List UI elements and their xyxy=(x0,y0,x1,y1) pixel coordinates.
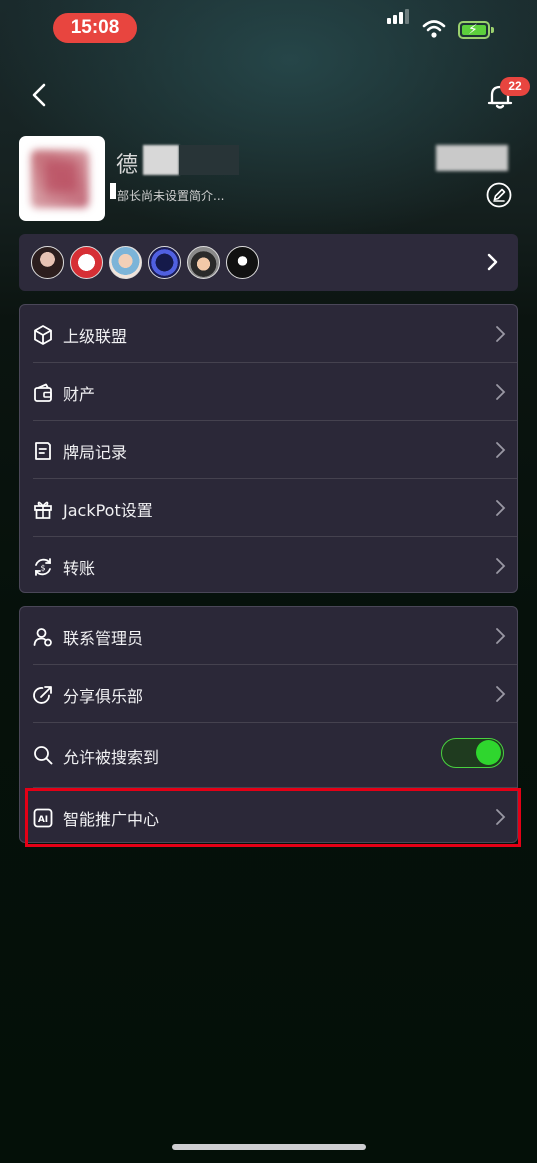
home-indicator[interactable] xyxy=(172,1144,366,1150)
menu-item-contact-admin[interactable]: 联系管理员 xyxy=(20,607,517,665)
club-avatar[interactable] xyxy=(19,136,105,221)
menu-item-label: 分享俱乐部 xyxy=(63,687,144,706)
menu-item-label: 上级联盟 xyxy=(63,327,128,346)
chevron-right-icon xyxy=(496,500,506,516)
chevron-right-icon xyxy=(496,686,506,702)
member-strip[interactable] xyxy=(19,234,518,291)
menu-item-label: 智能推广中心 xyxy=(63,810,160,829)
status-time: 15:08 xyxy=(53,13,137,43)
member-avatar xyxy=(31,246,64,279)
menu-item-label: 允许被搜索到 xyxy=(63,748,160,767)
chevron-right-icon xyxy=(487,253,498,271)
chevron-right-icon xyxy=(496,384,506,400)
svg-text:AI: AI xyxy=(38,815,48,825)
menu-item-transfer[interactable]: $ 转账 xyxy=(20,537,517,595)
menu-card-secondary: 联系管理员 分享俱乐部 允许被搜索到 AI 智能推广中心 xyxy=(19,606,518,843)
menu-item-label: 联系管理员 xyxy=(63,629,144,648)
record-icon xyxy=(35,442,51,460)
member-avatar xyxy=(148,246,181,279)
chevron-right-icon xyxy=(496,628,506,644)
notification-badge: 22 xyxy=(500,77,530,96)
share-icon xyxy=(33,686,52,704)
ai-icon: AI xyxy=(33,808,53,828)
chevron-right-icon xyxy=(496,558,506,574)
menu-item-smart-promotion-center[interactable]: AI 智能推广中心 xyxy=(20,788,517,846)
edit-icon[interactable] xyxy=(486,182,512,208)
cube-icon xyxy=(34,325,52,345)
club-name: 德 xyxy=(110,143,508,199)
menu-item-label: 转账 xyxy=(63,559,96,578)
svg-text:$: $ xyxy=(40,564,45,573)
menu-item-parent-alliance[interactable]: 上级联盟 xyxy=(20,305,517,363)
member-avatar xyxy=(226,246,259,279)
menu-item-share-club[interactable]: 分享俱乐部 xyxy=(20,665,517,723)
menu-card-primary: 上级联盟 财产 牌局记录 JackPot设置 $ 转账 xyxy=(19,304,518,593)
gift-icon xyxy=(34,501,52,519)
searchable-toggle[interactable] xyxy=(441,738,504,768)
menu-item-label: 财产 xyxy=(63,385,96,404)
club-bio: 部长尚未设置简介... xyxy=(117,189,225,203)
wallet-icon xyxy=(34,383,52,402)
search-icon xyxy=(34,746,53,765)
menu-item-label: 牌局记录 xyxy=(63,443,128,462)
wifi-icon xyxy=(422,20,446,38)
chevron-right-icon xyxy=(496,326,506,342)
battery-icon: ⚡ xyxy=(458,21,494,39)
chevron-right-icon xyxy=(496,442,506,458)
club-name-text: 德 xyxy=(116,153,139,178)
menu-item-jackpot-settings[interactable]: JackPot设置 xyxy=(20,479,517,537)
admin-icon xyxy=(33,628,52,647)
chevron-right-icon xyxy=(496,809,506,825)
member-avatar xyxy=(70,246,103,279)
menu-item-game-records[interactable]: 牌局记录 xyxy=(20,421,517,479)
member-avatar xyxy=(109,246,142,279)
member-avatar xyxy=(187,246,220,279)
menu-item-label: JackPot设置 xyxy=(63,501,153,520)
back-icon[interactable] xyxy=(26,80,52,110)
transfer-icon: $ xyxy=(35,558,51,576)
menu-item-assets[interactable]: 财产 xyxy=(20,363,517,421)
